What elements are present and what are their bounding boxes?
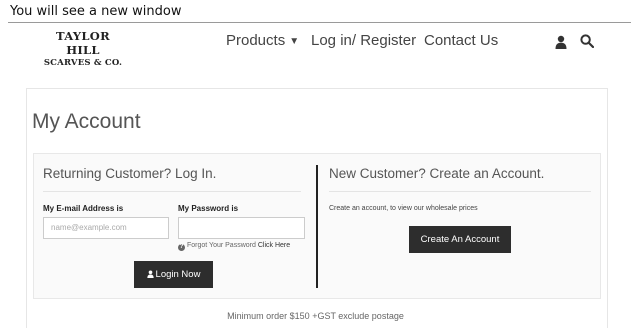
user-icon[interactable]: [555, 35, 567, 49]
caption-divider: [8, 22, 631, 23]
logo-line-2: SCARVES & CO.: [43, 58, 123, 68]
email-label: My E-mail Address is: [43, 204, 124, 213]
section-divider: [316, 165, 318, 288]
password-field[interactable]: [178, 217, 305, 239]
forgot-password-link[interactable]: Click Here: [258, 242, 290, 249]
nav-login-register[interactable]: Log in/ Register: [311, 32, 416, 49]
nav-products[interactable]: Products ▼: [226, 32, 299, 49]
minimum-order-note: Minimum order $150 +GST exclude postage: [227, 311, 404, 321]
question-icon: ?: [178, 244, 185, 251]
user-icon: [146, 270, 154, 278]
forgot-text: Forgot Your Password: [187, 242, 256, 249]
page-title: My Account: [32, 110, 141, 133]
login-heading-rule: [43, 191, 301, 192]
forgot-password: ? Forgot Your Password Click Here: [178, 242, 290, 251]
password-label: My Password is: [178, 204, 239, 213]
nav-contact-us[interactable]: Contact Us: [424, 32, 498, 49]
email-field[interactable]: name@example.com: [43, 217, 169, 239]
register-description: Create an account, to view our wholesale…: [329, 205, 478, 212]
create-account-button[interactable]: Create An Account: [409, 226, 511, 253]
register-heading-rule: [329, 191, 591, 192]
search-icon[interactable]: [580, 34, 594, 48]
login-button-label: Login Now: [155, 269, 201, 280]
brand-logo[interactable]: TAYLOR HILL SCARVES & CO.: [38, 29, 128, 68]
register-heading: New Customer? Create an Account.: [329, 166, 545, 181]
login-heading: Returning Customer? Log In.: [43, 166, 217, 181]
instruction-caption: You will see a new window: [10, 4, 182, 19]
nav-products-label: Products: [226, 32, 286, 49]
caret-down-icon: ▼: [289, 36, 300, 47]
login-button[interactable]: Login Now: [134, 261, 213, 288]
logo-line-1: TAYLOR HILL: [56, 29, 110, 57]
